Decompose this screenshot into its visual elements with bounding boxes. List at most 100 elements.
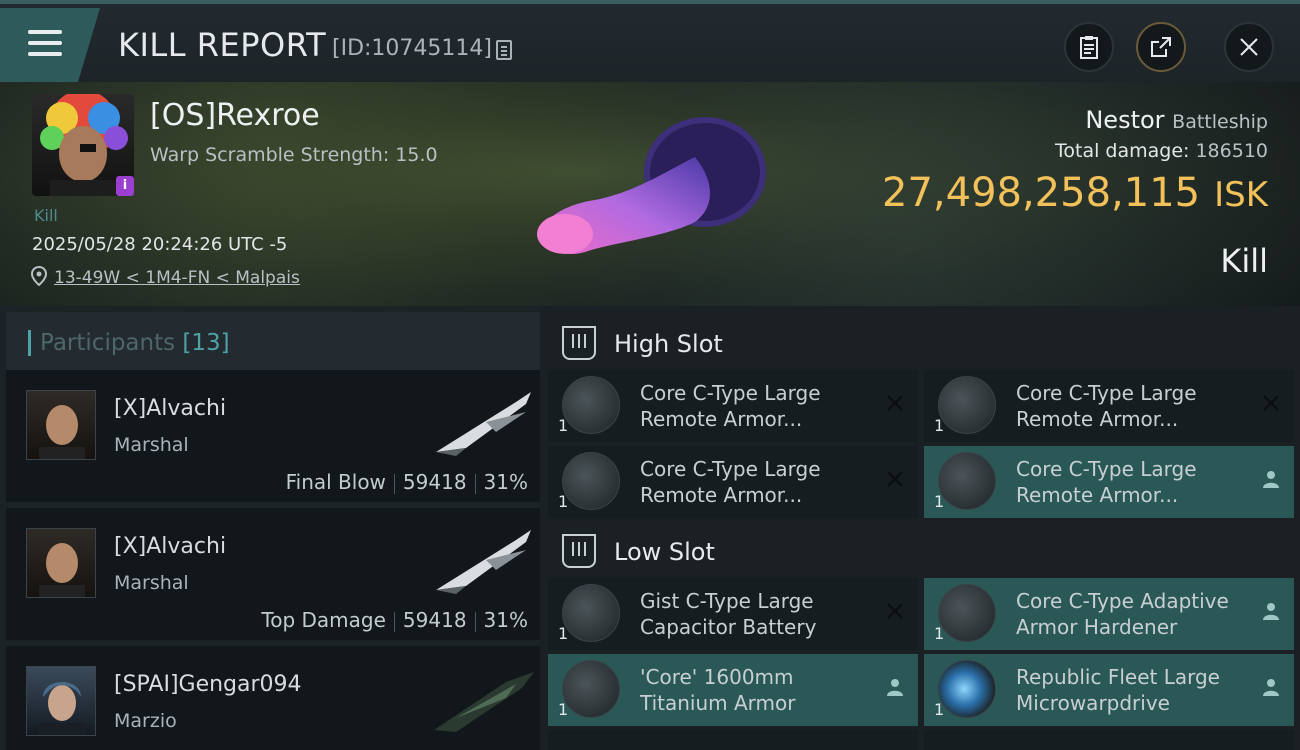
destroyed-icon [887, 603, 903, 619]
menu-button[interactable] [0, 8, 100, 82]
kill-result: Kill [1220, 242, 1268, 280]
share-button[interactable] [1136, 22, 1186, 72]
isk-amount: 27,498,258,115 [882, 170, 1201, 216]
dropped-pilot-icon [1263, 603, 1279, 620]
total-damage: Total damage: 186510 [1055, 140, 1268, 162]
participants-count: [13] [182, 330, 230, 356]
module-item[interactable] [548, 730, 918, 750]
module-qty: 1 [934, 492, 945, 511]
module-item[interactable]: 1 Core C-Type Large Remote Armor... [548, 370, 918, 442]
armor-hardener-icon [938, 584, 996, 642]
participant-row[interactable]: [SPAI]Gengar094 Marzio [6, 646, 540, 750]
isk-value: 27,498,258,115 ISK [882, 170, 1268, 216]
warp-scramble-strength: Warp Scramble Strength: 15.0 [150, 144, 438, 166]
module-name: 'Core' 1600mm Titanium Armor [640, 665, 796, 715]
module-name: Core C-Type Large Remote Armor... [1016, 381, 1197, 431]
remote-armor-repairer-icon [562, 376, 620, 434]
ship-image [537, 117, 766, 255]
low-slot-label: Low Slot [614, 538, 715, 566]
participant-row[interactable]: [X]Alvachi Marshal Top Damage 59418 31% [6, 508, 540, 640]
module-item[interactable]: 1 'Core' 1600mm Titanium Armor [548, 654, 918, 726]
isk-unit: ISK [1214, 175, 1268, 215]
hamburger-icon[interactable] [28, 30, 62, 58]
module-item[interactable] [924, 730, 1294, 750]
participant-row[interactable]: [X]Alvachi Marshal Final Blow 59418 31% [6, 370, 540, 502]
report-id: [ID:10745114] [332, 36, 492, 61]
kill-datetime: 2025/05/28 20:24:26 UTC -5 [32, 234, 288, 255]
high-slot-header: High Slot [548, 314, 1300, 370]
participant-percent: 31% [483, 470, 528, 494]
module-qty: 1 [558, 700, 569, 719]
module-name: Gist C-Type Large Capacitor Battery [640, 589, 817, 639]
top-bar: KILL REPORT [ID:10745114] [0, 0, 1300, 82]
destroyed-icon [887, 395, 903, 411]
module-item[interactable]: 1 Republic Fleet Large Microwarpdrive [924, 654, 1294, 726]
participant-name[interactable]: [SPAI]Gengar094 [114, 672, 302, 697]
participant-damage: 59418 [402, 608, 467, 632]
participant-ship-image [436, 530, 531, 594]
module-qty: 1 [558, 492, 569, 511]
participant-ship-image [434, 672, 534, 732]
armor-plate-icon [562, 660, 620, 718]
remote-armor-repairer-icon [562, 452, 620, 510]
victim-ship: Nestor Battleship [1085, 106, 1268, 134]
participant-name[interactable]: [X]Alvachi [114, 534, 226, 559]
location-pin-icon [31, 266, 47, 286]
module-item[interactable]: 1 Core C-Type Large Remote Armor... [548, 446, 918, 518]
close-icon [1240, 38, 1258, 56]
participant-stats: Final Blow 59418 31% [286, 470, 528, 494]
participant-ship: Marshal [114, 572, 189, 594]
module-qty: 1 [558, 416, 569, 435]
participant-ship: Marzio [114, 710, 177, 732]
low-slot-icon [562, 534, 596, 568]
participant-damage: 59418 [402, 470, 467, 494]
destroyed-icon [1263, 395, 1279, 411]
destroyed-icon [887, 471, 903, 487]
clipboard-button[interactable] [1064, 22, 1114, 72]
clipboard-icon [1080, 36, 1098, 59]
participants-panel: Participants [13] [X]Alvachi Marshal Fin… [0, 306, 540, 750]
microwarpdrive-icon [938, 660, 996, 718]
victim-name[interactable]: [OS]Rexroe [150, 98, 320, 133]
dropped-pilot-icon [887, 679, 903, 696]
total-damage-value: 186510 [1195, 140, 1268, 162]
victim-panel: i [OS]Rexroe Warp Scramble Strength: 15.… [0, 82, 1300, 306]
page-title: KILL REPORT [118, 26, 327, 64]
dropped-pilot-icon [1263, 679, 1279, 696]
module-name: Republic Fleet Large Microwarpdrive [1016, 665, 1220, 715]
module-item[interactable]: 1 Gist C-Type Large Capacitor Battery [548, 578, 918, 650]
module-qty: 1 [934, 416, 945, 435]
participants-header: Participants [13] [6, 312, 540, 370]
accent-bar [28, 330, 31, 356]
module-item[interactable]: 1 Core C-Type Adaptive Armor Hardener [924, 578, 1294, 650]
dropped-pilot-icon [1263, 471, 1279, 488]
remote-armor-repairer-icon [938, 452, 996, 510]
ship-name: Nestor [1085, 106, 1165, 134]
close-button[interactable] [1224, 22, 1274, 72]
participant-role: Top Damage [261, 608, 386, 632]
low-slot-header: Low Slot [548, 522, 1300, 578]
participant-name[interactable]: [X]Alvachi [114, 396, 226, 421]
copy-icon[interactable] [496, 40, 512, 60]
total-damage-label: Total damage: [1055, 140, 1190, 162]
kill-tag: Kill [34, 206, 58, 225]
high-slot-label: High Slot [614, 330, 723, 358]
info-badge[interactable]: i [116, 176, 134, 196]
share-icon [1151, 37, 1171, 57]
participant-avatar[interactable] [26, 528, 96, 598]
participant-percent: 31% [483, 608, 528, 632]
remote-armor-repairer-icon [938, 376, 996, 434]
participant-avatar[interactable] [26, 390, 96, 460]
module-qty: 1 [558, 624, 569, 643]
module-item[interactable]: 1 Core C-Type Large Remote Armor... [924, 370, 1294, 442]
module-name: Core C-Type Large Remote Armor... [640, 457, 821, 507]
module-item[interactable]: 1 Core C-Type Large Remote Armor... [924, 446, 1294, 518]
module-qty: 1 [934, 700, 945, 719]
participant-ship: Marshal [114, 434, 189, 456]
module-name: Core C-Type Large Remote Armor... [1016, 457, 1197, 507]
location-link[interactable]: 13-49W < 1M4-FN < Malpais [54, 268, 300, 288]
module-name: Core C-Type Adaptive Armor Hardener [1016, 589, 1229, 639]
participants-title: Participants [13] [40, 330, 230, 356]
participant-avatar[interactable] [26, 666, 96, 736]
capacitor-battery-icon [562, 584, 620, 642]
